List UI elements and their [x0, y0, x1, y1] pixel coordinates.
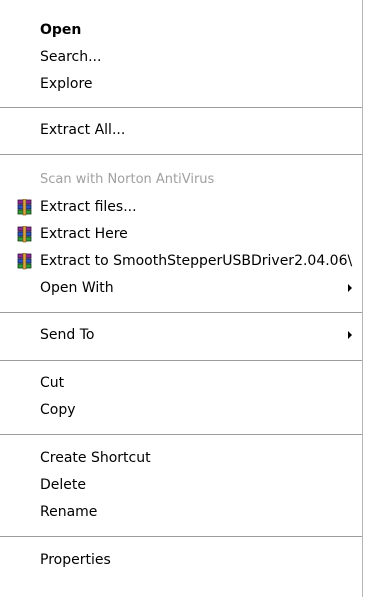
menu-item-extract-here-label: Extract Here: [40, 226, 128, 242]
winrar-archive-icon: [17, 199, 32, 216]
menu-item-copy-label: Copy: [40, 402, 76, 418]
menu-item-rename[interactable]: Rename: [0, 500, 362, 524]
context-menu: Open Search... Explore Extract All... Sc…: [0, 0, 363, 597]
menu-item-rename-label: Rename: [40, 504, 98, 520]
menu-item-scan-norton-label: Scan with Norton AntiVirus: [40, 172, 215, 187]
menu-separator: [0, 107, 362, 109]
menu-item-open-with[interactable]: Open With: [0, 276, 362, 300]
menu-item-delete[interactable]: Delete: [0, 473, 362, 497]
menu-separator: [0, 312, 362, 314]
menu-item-explore-label: Explore: [40, 76, 93, 92]
menu-item-open-with-label: Open With: [40, 280, 114, 296]
menu-item-extract-all-label: Extract All...: [40, 122, 126, 138]
menu-item-open[interactable]: Open: [0, 18, 362, 42]
submenu-arrow-icon: [348, 284, 352, 292]
menu-separator: [0, 536, 362, 538]
menu-item-delete-label: Delete: [40, 477, 86, 493]
menu-separator: [0, 434, 362, 436]
menu-item-extract-to[interactable]: Extract to SmoothStepperUSBDriver2.04.06…: [0, 249, 362, 273]
menu-item-explore[interactable]: Explore: [0, 72, 362, 96]
submenu-arrow-icon: [348, 331, 352, 339]
menu-item-search[interactable]: Search...: [0, 45, 362, 69]
menu-item-extract-here[interactable]: Extract Here: [0, 222, 362, 246]
menu-separator: [0, 154, 362, 156]
menu-item-cut-label: Cut: [40, 375, 65, 391]
menu-item-scan-norton: Scan with Norton AntiVirus: [0, 168, 362, 192]
menu-item-send-to-label: Send To: [40, 327, 95, 343]
menu-item-copy[interactable]: Copy: [0, 398, 362, 422]
menu-item-send-to[interactable]: Send To: [0, 323, 362, 347]
menu-item-extract-files-label: Extract files...: [40, 199, 137, 215]
menu-item-properties-label: Properties: [40, 552, 111, 568]
winrar-archive-icon: [17, 253, 32, 270]
menu-separator: [0, 360, 362, 362]
menu-item-create-shortcut[interactable]: Create Shortcut: [0, 446, 362, 470]
menu-item-search-label: Search...: [40, 49, 102, 65]
menu-item-extract-to-label: Extract to SmoothStepperUSBDriver2.04.06…: [40, 253, 353, 269]
menu-item-properties[interactable]: Properties: [0, 548, 362, 572]
menu-item-cut[interactable]: Cut: [0, 371, 362, 395]
menu-item-extract-files[interactable]: Extract files...: [0, 195, 362, 219]
menu-item-extract-all[interactable]: Extract All...: [0, 118, 362, 142]
menu-item-create-shortcut-label: Create Shortcut: [40, 450, 151, 466]
winrar-archive-icon: [17, 226, 32, 243]
menu-item-open-label: Open: [40, 22, 82, 38]
